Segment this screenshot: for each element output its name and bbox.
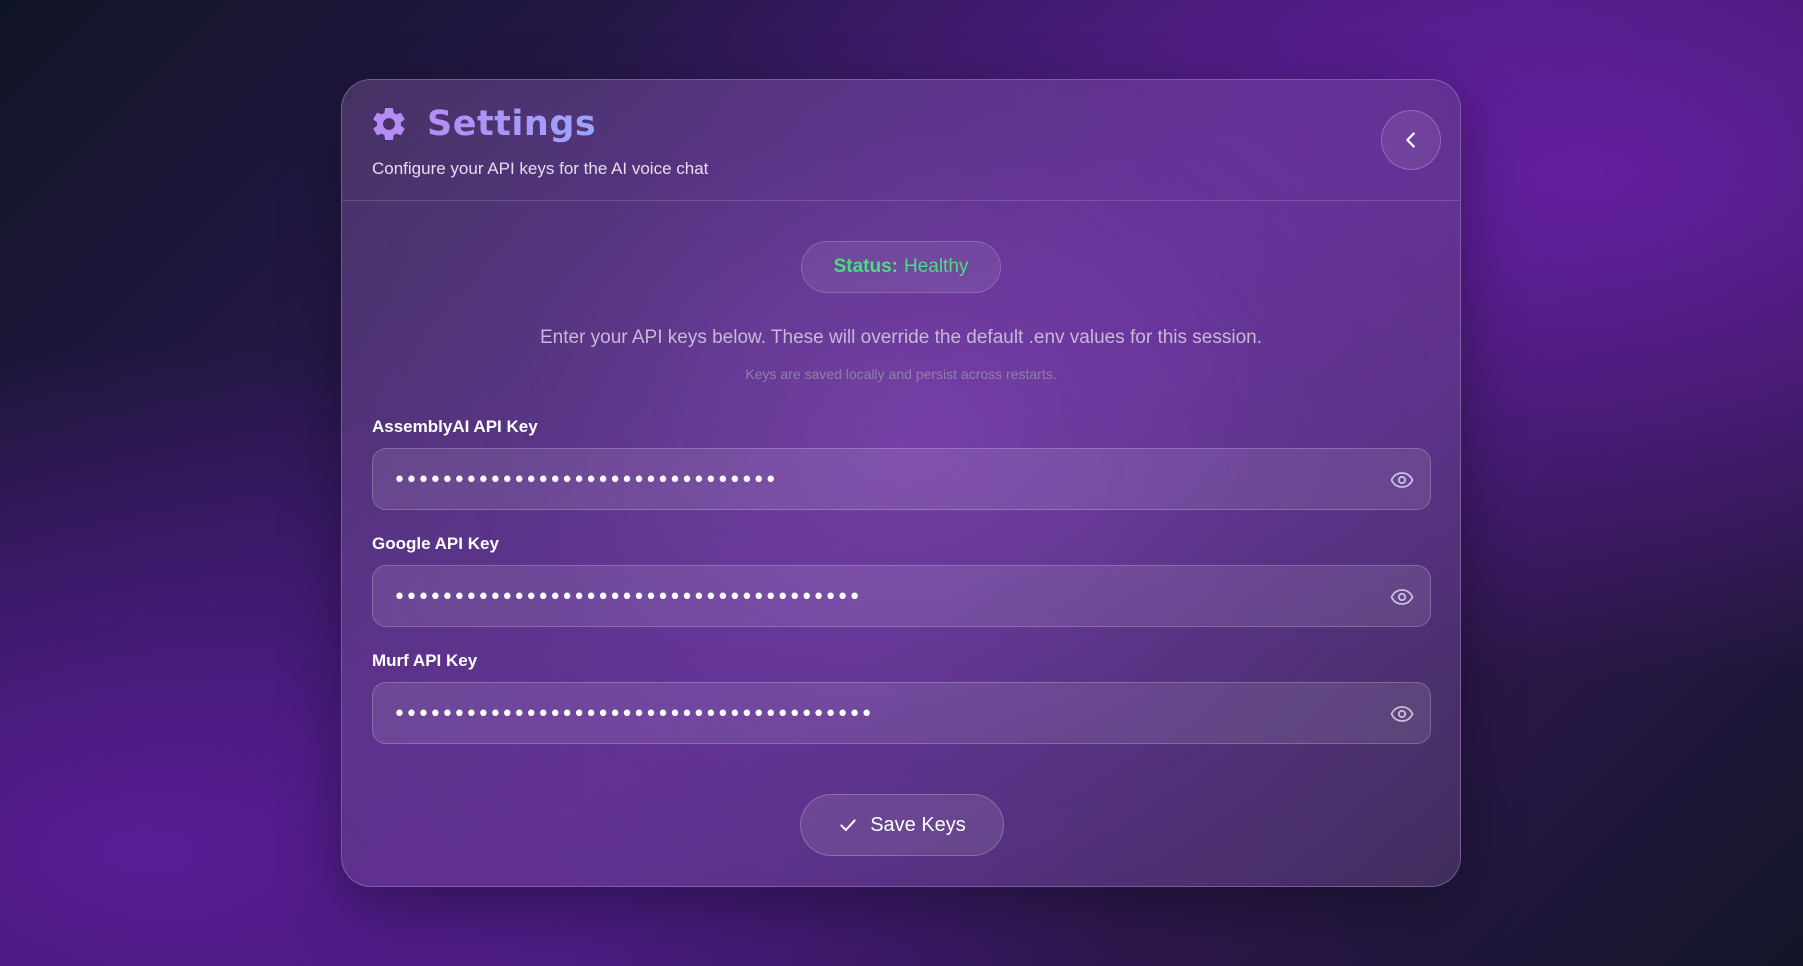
murf-key-value[interactable]: •••••••••••••••••••••••••••••••••••••••• bbox=[393, 683, 873, 745]
status-badge: Status: Healthy bbox=[801, 241, 1001, 293]
google-key-field[interactable]: ••••••••••••••••••••••••••••••••••••••• bbox=[372, 565, 1431, 627]
google-key-value[interactable]: ••••••••••••••••••••••••••••••••••••••• bbox=[393, 566, 861, 628]
eye-icon[interactable] bbox=[1390, 468, 1414, 492]
eye-icon[interactable] bbox=[1390, 585, 1414, 609]
page-title: Settings bbox=[427, 104, 597, 144]
murf-key-label: Murf API Key bbox=[372, 651, 478, 670]
gear-icon bbox=[373, 107, 405, 140]
google-key-label: Google API Key bbox=[372, 534, 499, 553]
assemblyai-key-label: AssemblyAI API Key bbox=[372, 417, 538, 436]
assemblyai-key-field[interactable]: •••••••••••••••••••••••••••••••• bbox=[372, 448, 1431, 510]
save-keys-button[interactable]: Save Keys bbox=[800, 794, 1004, 856]
settings-header: Settings Configure your API keys for the… bbox=[342, 80, 1460, 201]
settings-card: Settings Configure your API keys for the… bbox=[341, 79, 1461, 887]
assemblyai-key-value[interactable]: •••••••••••••••••••••••••••••••• bbox=[393, 449, 777, 511]
intro-note: Keys are saved locally and persist acros… bbox=[745, 366, 1057, 382]
murf-key-field[interactable]: •••••••••••••••••••••••••••••••••••••••• bbox=[372, 682, 1431, 744]
save-keys-label: Save Keys bbox=[870, 813, 966, 836]
chevron-left-icon bbox=[1406, 132, 1415, 148]
status-label: Status: bbox=[833, 256, 898, 277]
page-subtitle: Configure your API keys for the AI voice… bbox=[372, 159, 709, 178]
title-row: Settings bbox=[369, 104, 596, 144]
intro-text: Enter your API keys below. These will ov… bbox=[539, 327, 1263, 348]
check-icon bbox=[840, 819, 856, 831]
status-value: Healthy bbox=[903, 256, 969, 277]
eye-icon[interactable] bbox=[1390, 702, 1414, 726]
back-button[interactable] bbox=[1381, 110, 1441, 170]
